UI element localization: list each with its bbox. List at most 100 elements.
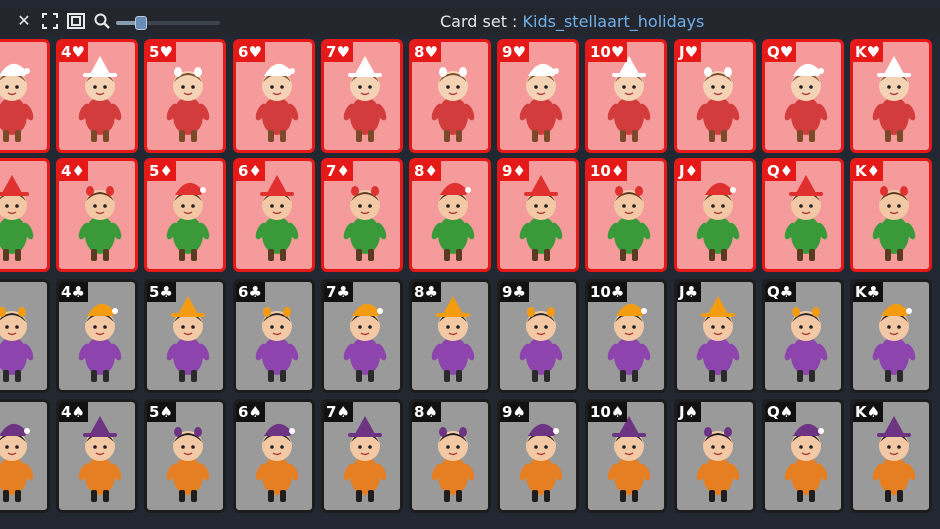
card-j-of-diamonds[interactable]: J♦ — [674, 158, 756, 272]
clubs-suit-icon: ♣ — [779, 283, 794, 301]
card-partial-of-diamonds[interactable] — [0, 158, 50, 272]
zoom-slider-fill — [116, 21, 137, 25]
card-rank: Q — [767, 403, 780, 421]
zoom-slider[interactable] — [116, 16, 220, 30]
card-index: 9♦ — [500, 161, 529, 181]
spades-suit-icon: ♠ — [779, 403, 794, 421]
card-j-of-hearts[interactable]: J♥ — [674, 39, 756, 153]
card-7-of-clubs[interactable]: 7♣ — [321, 279, 403, 393]
card-rank: K — [855, 403, 867, 421]
card-5-of-clubs[interactable]: 5♣ — [144, 279, 226, 393]
hearts-suit-icon: ♥ — [336, 43, 350, 61]
card-5-of-diamonds[interactable]: 5♦ — [144, 158, 226, 272]
diamonds-suit-icon: ♦ — [866, 162, 881, 180]
card-q-of-clubs[interactable]: Q♣ — [762, 279, 844, 393]
card-6-of-spades[interactable]: 6♠ — [233, 399, 315, 513]
magnifier-icon — [94, 13, 110, 29]
card-9-of-hearts[interactable]: 9♥ — [497, 39, 579, 153]
card-7-of-spades[interactable]: 7♠ — [321, 399, 403, 513]
card-rank: Q — [767, 162, 780, 180]
card-q-of-hearts[interactable]: Q♥ — [762, 39, 844, 153]
card-k-of-clubs[interactable]: K♣ — [850, 279, 932, 393]
card-8-of-spades[interactable]: 8♠ — [409, 399, 491, 513]
card-illustration — [343, 186, 387, 261]
card-illustration — [0, 175, 34, 261]
card-illustration — [696, 67, 740, 142]
card-q-of-spades[interactable]: Q♠ — [762, 399, 844, 513]
card-index: J♦ — [677, 161, 702, 181]
card-8-of-hearts[interactable]: 8♥ — [409, 39, 491, 153]
card-index: K♦ — [853, 161, 884, 181]
card-9-of-spades[interactable]: 9♠ — [497, 399, 579, 513]
card-illustration — [343, 303, 387, 382]
card-illustration — [78, 56, 122, 142]
card-index: 4♥ — [59, 42, 88, 62]
diamonds-suit-icon: ♦ — [248, 162, 262, 180]
card-rank: 10 — [590, 283, 611, 301]
card-illustration — [872, 416, 916, 502]
card-partial-of-hearts[interactable] — [0, 39, 50, 153]
card-5-of-hearts[interactable]: 5♥ — [144, 39, 226, 153]
card-index: 6♠ — [236, 402, 265, 422]
card-rank: 8 — [414, 43, 425, 61]
card-illustration — [0, 307, 34, 382]
card-10-of-clubs[interactable]: 10♣ — [585, 279, 667, 393]
card-rank: 5 — [149, 283, 160, 301]
card-10-of-spades[interactable]: 10♠ — [585, 399, 667, 513]
card-6-of-diamonds[interactable]: 6♦ — [233, 158, 315, 272]
card-6-of-hearts[interactable]: 6♥ — [233, 39, 315, 153]
toolbar: ✕ Card set : Kids_stellaart_holidays — [0, 8, 940, 36]
card-4-of-diamonds[interactable]: 4♦ — [56, 158, 138, 272]
card-k-of-spades[interactable]: K♠ — [850, 399, 932, 513]
close-button[interactable]: ✕ — [14, 11, 34, 31]
card-illustration — [696, 182, 740, 261]
card-4-of-hearts[interactable]: 4♥ — [56, 39, 138, 153]
card-k-of-hearts[interactable]: K♥ — [850, 39, 932, 153]
card-index: 9♥ — [500, 42, 529, 62]
card-rank: 5 — [149, 403, 160, 421]
card-8-of-diamonds[interactable]: 8♦ — [409, 158, 491, 272]
zoom-slider-thumb[interactable] — [134, 16, 147, 30]
clubs-suit-icon: ♣ — [71, 283, 85, 301]
card-illustration — [519, 423, 563, 502]
spades-suit-icon: ♠ — [512, 403, 526, 421]
card-rank: 6 — [238, 403, 249, 421]
card-partial-of-clubs[interactable] — [0, 279, 50, 393]
card-illustration — [431, 427, 475, 502]
card-j-of-clubs[interactable]: J♣ — [674, 279, 756, 393]
card-8-of-clubs[interactable]: 8♣ — [409, 279, 491, 393]
window-button[interactable] — [66, 11, 86, 31]
card-illustration — [255, 175, 299, 261]
card-illustration — [343, 416, 387, 502]
card-j-of-spades[interactable]: J♠ — [674, 399, 756, 513]
spades-suit-icon: ♠ — [424, 403, 438, 421]
card-4-of-clubs[interactable]: 4♣ — [56, 279, 138, 393]
card-5-of-spades[interactable]: 5♠ — [144, 399, 226, 513]
card-k-of-diamonds[interactable]: K♦ — [850, 158, 932, 272]
card-6-of-clubs[interactable]: 6♣ — [233, 279, 315, 393]
fullscreen-button[interactable] — [40, 11, 60, 31]
card-index: 10♣ — [588, 282, 628, 302]
card-index: K♠ — [853, 402, 884, 422]
card-7-of-diamonds[interactable]: 7♦ — [321, 158, 403, 272]
card-9-of-diamonds[interactable]: 9♦ — [497, 158, 579, 272]
clubs-suit-icon: ♣ — [684, 283, 699, 301]
card-9-of-clubs[interactable]: 9♣ — [497, 279, 579, 393]
clubs-suit-icon: ♣ — [866, 283, 881, 301]
card-index: J♥ — [677, 42, 702, 62]
card-q-of-diamonds[interactable]: Q♦ — [762, 158, 844, 272]
card-index: K♣ — [853, 282, 884, 302]
card-10-of-diamonds[interactable]: 10♦ — [585, 158, 667, 272]
card-index: 7♣ — [324, 282, 353, 302]
card-illustration — [872, 56, 916, 142]
card-illustration — [519, 63, 563, 142]
card-rank: 7 — [326, 162, 337, 180]
card-index: 5♥ — [147, 42, 176, 62]
card-grid: 4♥ 5♥ 6♥ 7♥ 8♥ 9♥ 10♥ J♥ Q♥ K♥ 4♦ 5♦ 6♦ 7♦ 8♦ 9♦ 10♦ J♦ Q♦… — [0, 36, 940, 529]
card-10-of-hearts[interactable]: 10♥ — [585, 39, 667, 153]
card-partial-of-spades[interactable] — [0, 399, 50, 513]
spades-suit-icon: ♠ — [159, 403, 173, 421]
card-4-of-spades[interactable]: 4♠ — [56, 399, 138, 513]
zoom-button[interactable] — [92, 11, 112, 31]
card-7-of-hearts[interactable]: 7♥ — [321, 39, 403, 153]
